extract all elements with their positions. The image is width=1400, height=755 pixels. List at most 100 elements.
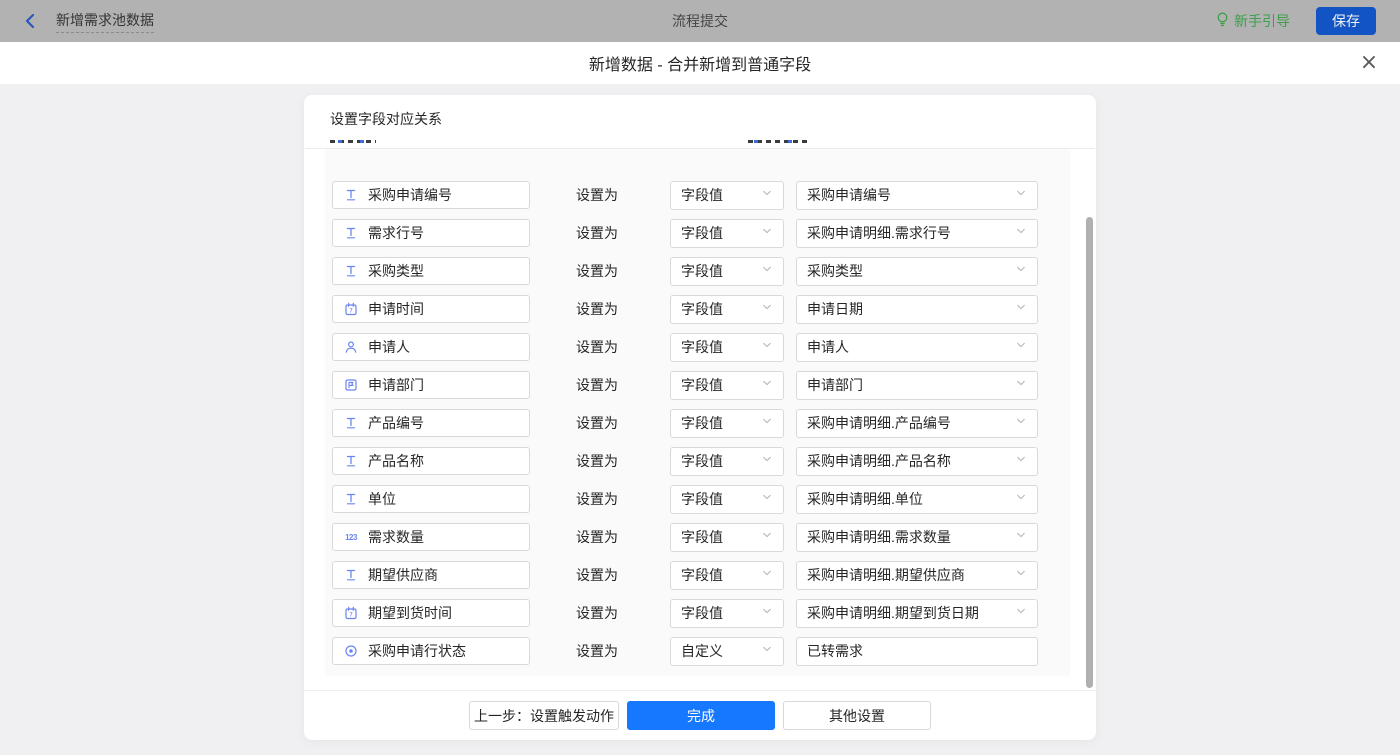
chevron-down-icon (761, 528, 773, 546)
target-field-select[interactable]: 申请人 (796, 333, 1038, 362)
other-settings-button[interactable]: 其他设置 (783, 701, 931, 730)
source-field-label: 采购申请编号 (368, 185, 452, 205)
mode-select-value: 字段值 (681, 527, 723, 547)
set-as-label: 设置为 (576, 603, 618, 623)
target-field-select[interactable]: 采购申请编号 (796, 181, 1038, 210)
source-field[interactable]: 产品编号 (332, 409, 530, 437)
source-field[interactable]: 采购申请行状态 (332, 637, 530, 665)
mode-select[interactable]: 字段值 (670, 409, 784, 438)
number-field-icon: 123 (343, 529, 359, 545)
svg-text:7: 7 (349, 307, 353, 315)
done-button[interactable]: 完成 (627, 701, 775, 730)
vertical-scrollbar[interactable] (1086, 217, 1093, 688)
source-field[interactable]: 123 需求数量 (332, 523, 530, 551)
text-field-icon (343, 567, 359, 583)
field-mapping-row: 期望供应商 设置为 字段值 采购申请明细.期望供应商 (332, 561, 1070, 589)
source-field-label: 产品编号 (368, 413, 424, 433)
mode-select[interactable]: 字段值 (670, 219, 784, 248)
beginner-guide-button[interactable]: 新手引导 (1216, 11, 1290, 31)
user-field-icon (343, 339, 359, 355)
source-field[interactable]: 需求行号 (332, 219, 530, 247)
target-field-select[interactable]: 采购申请明细.需求数量 (796, 523, 1038, 552)
source-field[interactable]: 产品名称 (332, 447, 530, 475)
field-mapping-row: 产品编号 设置为 字段值 采购申请明细.产品编号 (332, 409, 1070, 437)
text-field-icon (343, 225, 359, 241)
modal-title: 新增数据 - 合并新增到普通字段 (589, 51, 811, 75)
target-field-value: 申请人 (807, 337, 849, 357)
source-field-label: 期望供应商 (368, 565, 438, 585)
source-field[interactable]: 7 申请时间 (332, 295, 530, 323)
card-footer: 上一步：设置触发动作 完成 其他设置 (304, 691, 1096, 740)
target-field-select[interactable]: 采购申请明细.期望到货日期 (796, 599, 1038, 628)
target-field-select[interactable]: 申请部门 (796, 371, 1038, 400)
chevron-down-icon (761, 338, 773, 356)
field-mapping-row: 7 申请时间 设置为 字段值 申请日期 (332, 295, 1070, 323)
mode-select[interactable]: 字段值 (670, 333, 784, 362)
mode-select[interactable]: 字段值 (670, 295, 784, 324)
source-field[interactable]: 申请人 (332, 333, 530, 361)
chevron-down-icon (1015, 338, 1027, 356)
header-center-title: 流程提交 (0, 0, 1400, 42)
mode-select-value: 字段值 (681, 185, 723, 205)
text-field-icon (343, 491, 359, 507)
source-field-label: 申请人 (368, 337, 410, 357)
mode-select[interactable]: 字段值 (670, 257, 784, 286)
mode-select[interactable]: 字段值 (670, 181, 784, 210)
target-field-select[interactable]: 采购类型 (796, 257, 1038, 286)
field-mapping-row: 产品名称 设置为 字段值 采购申请明细.产品名称 (332, 447, 1070, 475)
target-field-value: 申请日期 (807, 299, 863, 319)
target-field-value: 采购类型 (807, 261, 863, 281)
chevron-down-icon (761, 452, 773, 470)
mode-select-value: 字段值 (681, 489, 723, 509)
chevron-down-icon (1015, 528, 1027, 546)
source-field[interactable]: 7 期望到货时间 (332, 599, 530, 627)
mode-select-value: 字段值 (681, 299, 723, 319)
source-field[interactable]: 采购申请编号 (332, 181, 530, 209)
mode-select[interactable]: 字段值 (670, 447, 784, 476)
chevron-down-icon (761, 186, 773, 204)
mode-select[interactable]: 字段值 (670, 561, 784, 590)
source-field-label: 申请时间 (368, 299, 424, 319)
source-field[interactable]: 单位 (332, 485, 530, 513)
field-mapping-row: 申请部门 设置为 字段值 申请部门 (332, 371, 1070, 399)
mode-select[interactable]: 字段值 (670, 523, 784, 552)
source-field[interactable]: 申请部门 (332, 371, 530, 399)
source-field-label: 申请部门 (368, 375, 424, 395)
chevron-down-icon (761, 300, 773, 318)
svg-text:7: 7 (349, 611, 353, 619)
mode-select[interactable]: 字段值 (670, 599, 784, 628)
field-mapping-row: 采购类型 设置为 字段值 采购类型 (332, 257, 1070, 285)
chevron-down-icon (1015, 224, 1027, 242)
target-field-value: 采购申请明细.需求数量 (807, 527, 951, 547)
date-field-icon: 7 (343, 605, 359, 621)
target-field-select[interactable]: 采购申请明细.产品名称 (796, 447, 1038, 476)
save-button[interactable]: 保存 (1316, 7, 1376, 35)
chevron-down-icon (761, 262, 773, 280)
target-field-select[interactable]: 采购申请明细.产品编号 (796, 409, 1038, 438)
lightbulb-icon (1216, 12, 1229, 30)
source-field[interactable]: 期望供应商 (332, 561, 530, 589)
target-field-select[interactable]: 采购申请明细.期望供应商 (796, 561, 1038, 590)
flow-title[interactable]: 新增需求池数据 (56, 10, 154, 33)
custom-value-input[interactable]: 已转需求 (796, 637, 1038, 666)
set-as-label: 设置为 (576, 337, 618, 357)
target-field-select[interactable]: 申请日期 (796, 295, 1038, 324)
source-field[interactable]: 采购类型 (332, 257, 530, 285)
chevron-down-icon (1015, 604, 1027, 622)
source-field-label: 单位 (368, 489, 396, 509)
chevron-down-icon (1015, 300, 1027, 318)
chevron-down-icon (1015, 490, 1027, 508)
target-field-select[interactable]: 采购申请明细.单位 (796, 485, 1038, 514)
mode-select-value: 字段值 (681, 375, 723, 395)
target-field-select[interactable]: 采购申请明细.需求行号 (796, 219, 1038, 248)
previous-step-button[interactable]: 上一步：设置触发动作 (469, 701, 619, 730)
close-icon[interactable]: × (1359, 53, 1379, 73)
mode-select[interactable]: 自定义 (670, 637, 784, 666)
mode-select[interactable]: 字段值 (670, 371, 784, 400)
section-title: 设置字段对应关系 (330, 109, 442, 129)
target-field-value: 采购申请明细.单位 (807, 489, 923, 509)
set-as-label: 设置为 (576, 375, 618, 395)
set-as-label: 设置为 (576, 261, 618, 281)
mode-select[interactable]: 字段值 (670, 485, 784, 514)
back-icon[interactable] (24, 14, 38, 28)
